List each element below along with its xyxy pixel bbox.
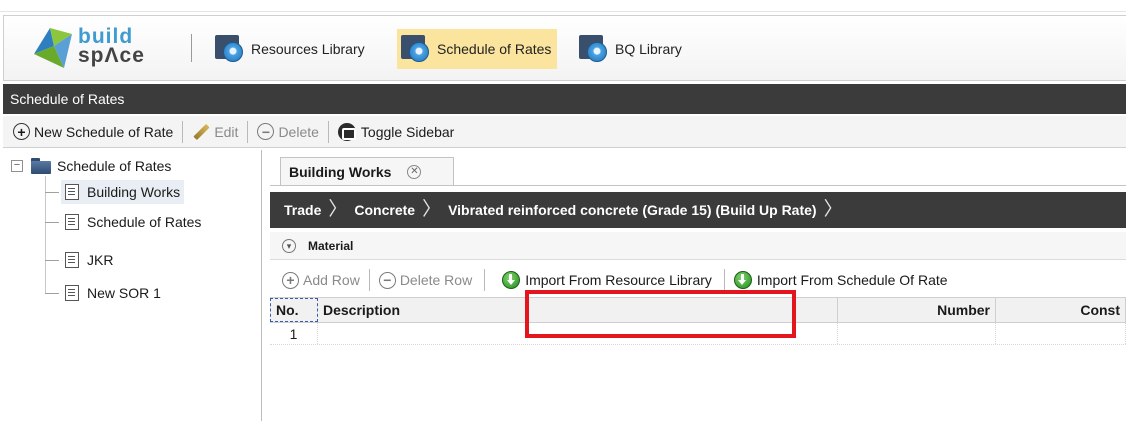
logo-mark-icon (34, 28, 72, 68)
tree-connector (45, 260, 59, 261)
breadcrumb-item-current[interactable]: Vibrated reinforced concrete (Grade 15) … (448, 202, 817, 218)
sidebar-item-building-works[interactable]: Building Works (61, 180, 185, 204)
breadcrumb-item-trade[interactable]: Trade (284, 202, 321, 218)
delete-row-label: Delete Row (399, 272, 473, 288)
tree-connector (45, 192, 59, 193)
main-toolbar: + New Schedule of Rate Edit − Delete Tog… (3, 116, 1126, 148)
disc-box-icon (215, 35, 245, 63)
sidebar-item-label: Building Works (87, 184, 181, 200)
pencil-icon (192, 123, 210, 141)
tree-connector (45, 293, 59, 294)
row-number-cell[interactable]: 1 (270, 323, 318, 344)
document-icon (65, 184, 79, 200)
toolbar-divider (182, 120, 184, 143)
close-icon[interactable]: ✕ (407, 164, 422, 179)
import-sor-label: Import From Schedule Of Rate (756, 272, 948, 288)
delete-row-button[interactable]: − Delete Row (375, 268, 476, 292)
number-cell[interactable] (838, 323, 996, 344)
toggle-sidebar-button[interactable]: Toggle Sidebar (334, 120, 458, 144)
delete-button[interactable]: − Delete (253, 120, 322, 144)
edit-button[interactable]: Edit (188, 120, 242, 144)
table-row[interactable]: 1 (270, 323, 1126, 345)
tab-label: Resources Library (251, 41, 365, 57)
tab-resources-library[interactable]: Resources Library (211, 29, 371, 69)
toolbar-divider (368, 269, 370, 291)
import-resource-library-button[interactable]: Import From Resource Library (498, 268, 716, 292)
breadcrumb-item-concrete[interactable]: Concrete (354, 202, 415, 218)
tab-label: Schedule of Rates (437, 41, 552, 57)
column-header-const[interactable]: Const (996, 298, 1126, 322)
sidebar-item-new-sor-1[interactable]: New SOR 1 (61, 281, 165, 305)
document-icon (65, 252, 79, 268)
collapse-icon[interactable]: − (11, 160, 23, 172)
tab-bq-library[interactable]: BQ Library (575, 29, 688, 69)
app-header: build spΛce Resources Library Schedule o… (3, 15, 1126, 81)
buildspace-logo[interactable]: build spΛce (28, 26, 168, 70)
sidebar-item-label: JKR (87, 252, 114, 268)
download-arrow-icon (502, 271, 521, 289)
material-grid: No. Description Number Const 1 (270, 297, 1126, 345)
tab-schedule-of-rates[interactable]: Schedule of Rates (397, 29, 558, 69)
column-header-number[interactable]: Number (838, 298, 996, 322)
material-section-header[interactable]: ▾ Material (270, 232, 1126, 260)
const-cell[interactable] (996, 323, 1126, 344)
tab-divider (270, 185, 1126, 186)
plus-circle-icon: + (282, 271, 299, 289)
add-row-label: Add Row (303, 272, 360, 288)
toolbar-divider (247, 120, 249, 143)
page-title: Schedule of Rates (3, 84, 1126, 114)
sidebar-tree: − Schedule of Rates Building Works Sched… (3, 150, 262, 421)
toolbar-divider (484, 269, 486, 291)
description-cell[interactable] (318, 323, 838, 344)
grid-header-row: No. Description Number Const (270, 297, 1126, 323)
content-panel: Building Works ✕ Trade 〉 Concrete 〉 Vibr… (270, 150, 1126, 421)
tree-connector (45, 222, 59, 223)
disc-box-icon (401, 35, 431, 63)
plus-circle-icon: + (13, 123, 30, 140)
top-strip (0, 0, 1126, 12)
tab-label: BQ Library (615, 41, 682, 57)
edit-label: Edit (214, 123, 239, 140)
document-icon (65, 214, 79, 230)
chevron-right-icon: 〉 (328, 199, 348, 220)
header-divider (191, 34, 192, 62)
download-arrow-icon (733, 271, 752, 289)
sidebar-item-label: New SOR 1 (87, 285, 161, 301)
new-schedule-label: New Schedule of Rate (34, 123, 174, 140)
add-row-button[interactable]: + Add Row (278, 268, 364, 292)
tree-root-label: Schedule of Rates (57, 158, 172, 174)
sidebar-item-jkr[interactable]: JKR (61, 248, 117, 272)
disc-box-icon (579, 35, 609, 63)
tab-label: Building Works (289, 163, 392, 180)
chevron-right-icon: 〉 (422, 199, 442, 220)
grid-toolbar: + Add Row − Delete Row Import From Resou… (270, 263, 1126, 297)
breadcrumb: Trade 〉 Concrete 〉 Vibrated reinforced c… (270, 192, 1126, 228)
chevron-down-icon[interactable]: ▾ (282, 238, 296, 253)
sidebar-item-schedule-of-rates[interactable]: Schedule of Rates (61, 210, 205, 234)
import-schedule-of-rate-button[interactable]: Import From Schedule Of Rate (730, 268, 952, 292)
new-schedule-button[interactable]: + New Schedule of Rate (9, 120, 177, 144)
folder-icon (31, 158, 51, 174)
column-header-description[interactable]: Description (318, 298, 838, 322)
section-title: Material (308, 238, 354, 253)
toolbar-divider (723, 269, 725, 291)
document-icon (65, 285, 79, 301)
chevron-right-icon: 〉 (823, 199, 843, 220)
minus-circle-icon: − (378, 271, 396, 289)
logo-text-bottom: spΛce (78, 44, 145, 67)
toolbar-divider (327, 120, 329, 143)
tab-building-works[interactable]: Building Works ✕ (280, 157, 454, 185)
delete-label: Delete (278, 123, 319, 140)
tree-root-schedule-of-rates[interactable]: − Schedule of Rates (11, 156, 171, 176)
toggle-sidebar-icon (337, 122, 356, 141)
column-header-no[interactable]: No. (270, 298, 318, 322)
import-resource-label: Import From Resource Library (525, 272, 712, 288)
tree-connector (45, 176, 46, 294)
toggle-sidebar-label: Toggle Sidebar (360, 123, 455, 140)
minus-circle-icon: − (257, 123, 275, 140)
sidebar-item-label: Schedule of Rates (87, 214, 202, 230)
